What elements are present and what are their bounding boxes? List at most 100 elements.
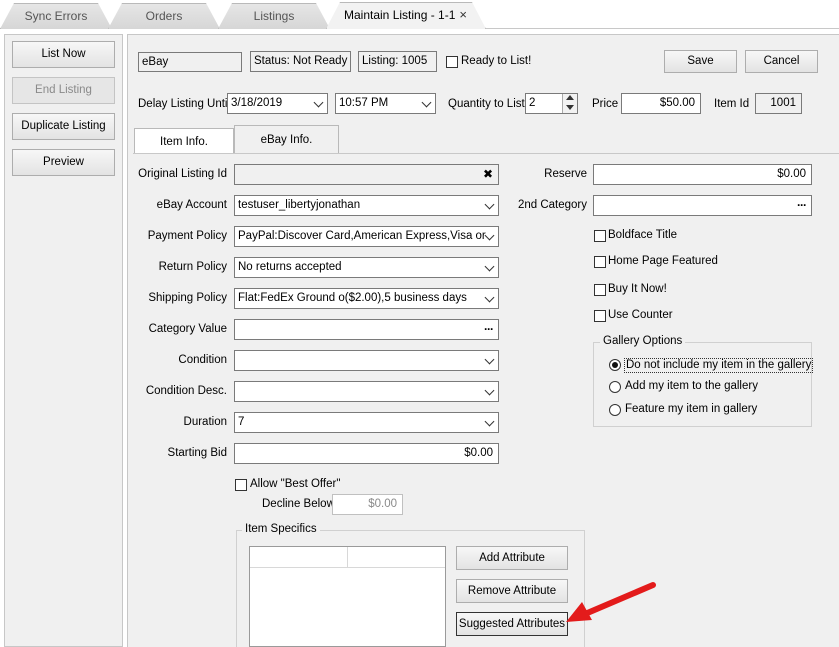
- tab-label: Listings: [253, 9, 295, 23]
- use-counter-checkbox[interactable]: [594, 310, 606, 322]
- quantity-label: Quantity to List: [448, 98, 525, 110]
- tab-orders[interactable]: Orders: [108, 3, 220, 29]
- cancel-button[interactable]: Cancel: [745, 50, 818, 73]
- item-id-label: Item Id: [714, 98, 750, 110]
- chevron-up-icon[interactable]: [566, 95, 574, 100]
- buy-it-now-checkbox[interactable]: [594, 284, 606, 296]
- item-id-field: 1001: [755, 93, 802, 114]
- home-page-featured-checkbox[interactable]: [594, 256, 606, 268]
- save-button[interactable]: Save: [664, 50, 737, 73]
- payment-policy-value: PayPal:Discover Card,American Express,Vi…: [238, 230, 486, 242]
- end-listing-button[interactable]: End Listing: [12, 77, 115, 104]
- browse-ellipsis-icon[interactable]: ···: [797, 196, 807, 214]
- condition-select[interactable]: [234, 350, 499, 371]
- second-category-field[interactable]: ···: [593, 195, 812, 216]
- use-counter-label: Use Counter: [608, 309, 673, 321]
- boldface-title-checkbox[interactable]: [594, 230, 606, 242]
- status-field: Status: Not Ready: [250, 51, 351, 72]
- ebay-account-label: eBay Account: [156, 199, 227, 211]
- chevron-down-icon: [313, 97, 324, 108]
- return-policy-select[interactable]: No returns accepted: [234, 257, 499, 278]
- tab-label: Orders: [145, 9, 183, 23]
- category-value-label: Category Value: [148, 323, 227, 335]
- listing-number-field: Listing: 1005: [358, 51, 437, 72]
- chevron-down-icon: [484, 416, 495, 427]
- reserve-input[interactable]: $0.00: [593, 164, 812, 185]
- duration-label: Duration: [183, 416, 227, 428]
- chevron-down-icon: [421, 97, 432, 108]
- buy-it-now-label: Buy It Now!: [608, 283, 667, 295]
- duration-value: 7: [238, 416, 245, 428]
- quantity-stepper[interactable]: 2: [525, 93, 578, 114]
- delay-time-value: 10:57 PM: [339, 97, 389, 109]
- decline-below-input[interactable]: $0.00: [332, 494, 403, 515]
- allow-best-offer-checkbox[interactable]: [235, 479, 247, 491]
- quantity-value: 2: [529, 97, 536, 109]
- gallery-option-none-label: Do not include my item in the gallery: [624, 358, 814, 373]
- list-now-button[interactable]: List Now: [12, 41, 115, 68]
- ebay-account-value: testuser_libertyjonathan: [238, 199, 361, 211]
- tab-listings[interactable]: Listings: [218, 3, 330, 29]
- ebay-account-select[interactable]: testuser_libertyjonathan: [234, 195, 499, 216]
- second-category-label: 2nd Category: [517, 199, 587, 211]
- annotation-arrow-icon: [566, 582, 656, 622]
- gallery-option-none-radio[interactable]: [609, 359, 621, 371]
- tab-label: Sync Errors: [24, 9, 88, 23]
- clear-icon[interactable]: ✖: [483, 165, 493, 183]
- platform-field: eBay: [138, 52, 242, 72]
- price-label: Price: [592, 98, 619, 110]
- stepper-buttons[interactable]: [562, 94, 577, 113]
- gallery-option-feature-radio[interactable]: [609, 404, 621, 416]
- chevron-down-icon: [484, 199, 495, 210]
- tab-content-divider: [133, 153, 839, 154]
- category-value-field[interactable]: ···: [234, 319, 499, 340]
- original-listing-id-field[interactable]: ✖: [234, 164, 499, 185]
- gallery-option-add-label: Add my item to the gallery: [625, 380, 758, 392]
- grid-column-divider: [347, 547, 348, 568]
- chevron-down-icon[interactable]: [566, 105, 574, 110]
- ready-to-list-checkbox[interactable]: [446, 56, 458, 68]
- remove-attribute-button[interactable]: Remove Attribute: [456, 579, 568, 603]
- arrow-shaft: [582, 582, 656, 617]
- chevron-down-icon: [484, 385, 495, 396]
- ready-to-list-label: Ready to List!: [461, 55, 532, 67]
- chevron-down-icon: [484, 230, 495, 241]
- reserve-label: Reserve: [544, 168, 587, 180]
- return-policy-label: Return Policy: [158, 261, 227, 273]
- delay-date-value: 3/18/2019: [231, 97, 283, 109]
- payment-policy-select[interactable]: PayPal:Discover Card,American Express,Vi…: [234, 226, 499, 247]
- tab-label: Maintain Listing - 1-1: [344, 8, 456, 22]
- delay-date-picker[interactable]: 3/18/2019: [227, 93, 328, 114]
- condition-desc-select[interactable]: [234, 381, 499, 402]
- duration-select[interactable]: 7: [234, 412, 499, 433]
- chevron-down-icon: [484, 261, 495, 272]
- condition-desc-label: Condition Desc.: [145, 385, 227, 397]
- duplicate-listing-button[interactable]: Duplicate Listing: [12, 113, 115, 140]
- gallery-options-title: Gallery Options: [600, 335, 686, 347]
- starting-bid-label: Starting Bid: [167, 447, 227, 459]
- tab-maintain-listing[interactable]: Maintain Listing - 1-1 ×: [326, 2, 486, 29]
- gallery-option-add-radio[interactable]: [609, 381, 621, 393]
- suggested-attributes-button[interactable]: Suggested Attributes: [456, 612, 568, 636]
- shipping-policy-value: Flat:FedEx Ground o($2.00),5 business da…: [238, 292, 467, 304]
- item-specifics-grid[interactable]: [249, 546, 446, 647]
- starting-bid-input[interactable]: $0.00: [234, 443, 499, 464]
- allow-best-offer-label: Allow "Best Offer": [250, 478, 341, 490]
- shipping-policy-select[interactable]: Flat:FedEx Ground o($2.00),5 business da…: [234, 288, 499, 309]
- tab-sync-errors[interactable]: Sync Errors: [0, 3, 112, 29]
- tab-item-info[interactable]: Item Info.: [134, 128, 234, 154]
- close-icon[interactable]: ×: [459, 3, 467, 27]
- delay-listing-label: Delay Listing Until: [138, 98, 231, 110]
- return-policy-value: No returns accepted: [238, 261, 342, 273]
- browse-ellipsis-icon[interactable]: ···: [484, 320, 494, 338]
- payment-policy-label: Payment Policy: [147, 230, 227, 242]
- chevron-down-icon: [484, 354, 495, 365]
- shipping-policy-label: Shipping Policy: [148, 292, 227, 304]
- delay-time-picker[interactable]: 10:57 PM: [335, 93, 436, 114]
- preview-button[interactable]: Preview: [12, 149, 115, 176]
- price-input[interactable]: $50.00: [621, 93, 701, 114]
- tab-ebay-info[interactable]: eBay Info.: [234, 125, 339, 154]
- left-action-panel: List Now End Listing Duplicate Listing P…: [4, 34, 123, 647]
- condition-label: Condition: [178, 354, 227, 366]
- add-attribute-button[interactable]: Add Attribute: [456, 546, 568, 570]
